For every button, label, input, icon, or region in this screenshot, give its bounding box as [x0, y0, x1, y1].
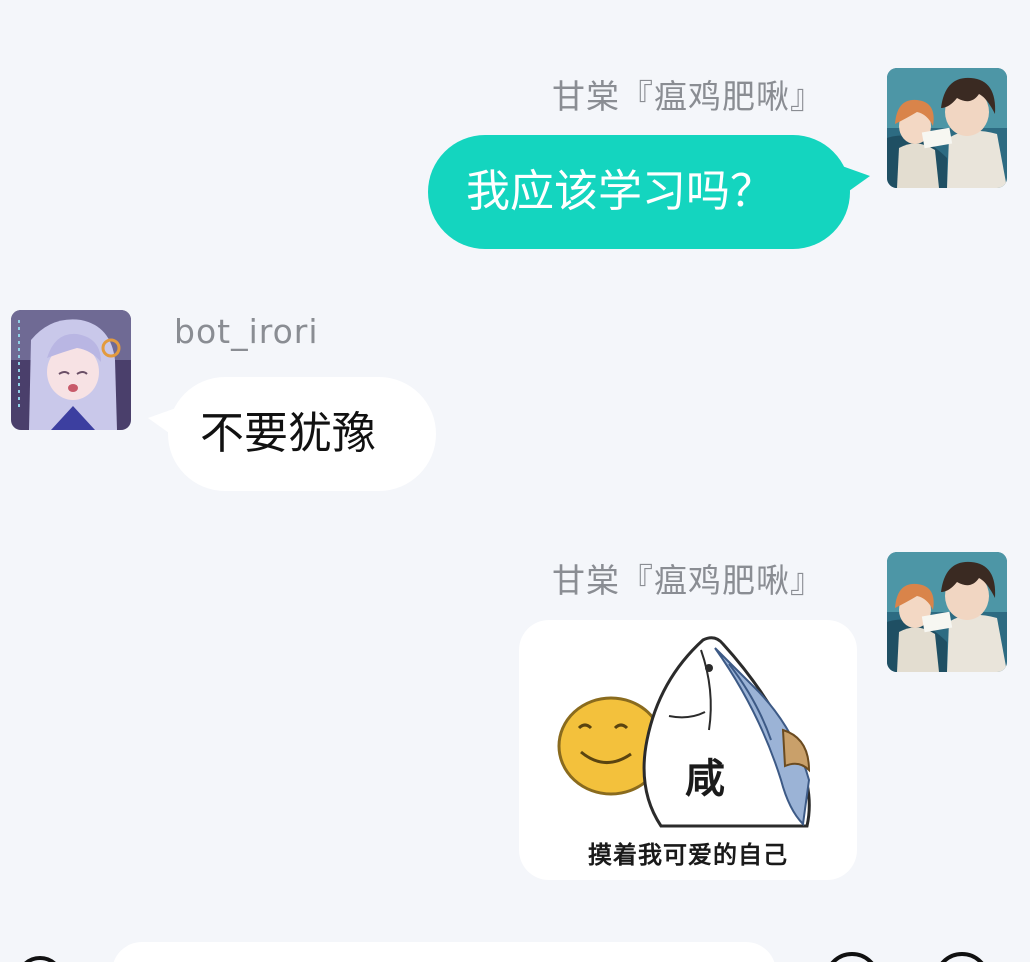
avatar[interactable] [887, 68, 1007, 188]
sender-name: bot_irori [174, 312, 319, 351]
message-text: 我应该学习吗？ [466, 166, 774, 217]
sender-name: 甘棠『瘟鸡肥啾』 [552, 77, 824, 116]
add-icon [940, 952, 984, 962]
input-bar [0, 940, 1030, 962]
sender-name: 甘棠『瘟鸡肥啾』 [552, 561, 824, 600]
message-input [113, 942, 775, 962]
avatar[interactable] [887, 552, 1007, 672]
message-bubble[interactable]: 我应该学习吗？ [428, 135, 850, 249]
anime-duo-avatar-icon [887, 552, 1007, 672]
anime-duo-avatar-icon [887, 68, 1007, 188]
emoji-icon [830, 952, 874, 962]
bubble-tail [842, 166, 870, 196]
message-text: 不要犹豫 [200, 408, 376, 459]
anime-girl-avatar-icon [11, 310, 131, 430]
fish-character: 咸 [685, 756, 725, 802]
sticker-image[interactable]: 咸 摸着我可爱的自己 [519, 620, 857, 880]
message-bubble[interactable]: 不要犹豫 [168, 377, 436, 491]
avatar[interactable] [11, 310, 131, 430]
sticker-caption: 摸着我可爱的自己 [588, 841, 788, 869]
voice-icon [24, 956, 56, 962]
chat-message-list[interactable]: 甘棠『瘟鸡肥啾』 我应该学习吗？ bot_irori 不要犹豫 甘棠『瘟鸡肥啾』… [0, 0, 1030, 962]
